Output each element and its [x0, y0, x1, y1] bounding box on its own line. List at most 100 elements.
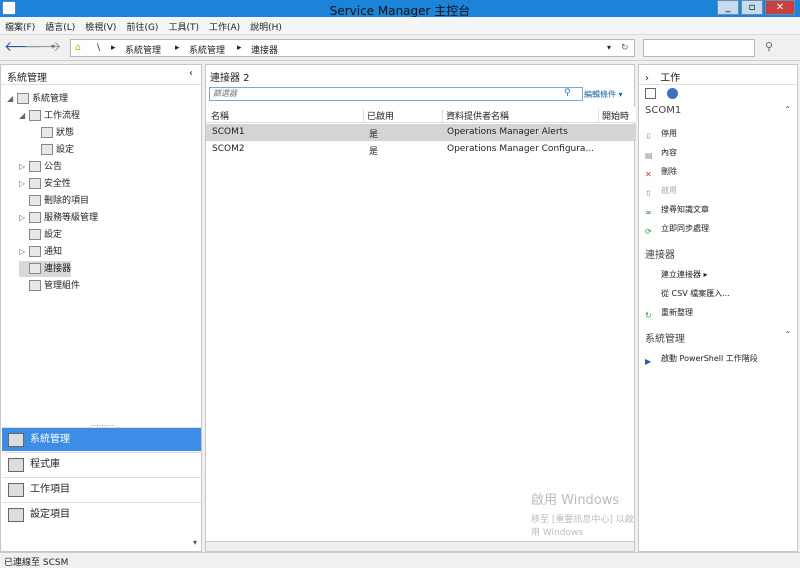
tree-item-label: 工作流程 — [44, 111, 81, 121]
expander-icon[interactable]: ▷ — [19, 159, 29, 175]
breadcrumb-sep-icon: ▸ — [175, 43, 180, 53]
tree-item-label: 管理組件 — [44, 281, 81, 291]
breadcrumb-root[interactable]: \ — [97, 43, 100, 53]
minimize-button[interactable]: _ — [717, 0, 739, 15]
task-section-header[interactable]: SCOM1 ⌃ — [639, 105, 797, 121]
expand-icon[interactable]: › — [645, 73, 649, 84]
refresh-icon: ↻ — [645, 310, 652, 320]
node-icon — [29, 246, 41, 257]
tree-item[interactable]: 狀態 — [31, 125, 74, 141]
task-item-label: 建立連接器 ▸ — [661, 270, 708, 279]
wunderbar-item[interactable]: 設定項目 — [2, 502, 201, 526]
search-icon[interactable]: ⚲ — [760, 40, 778, 56]
task-section-title: 系統管理 — [645, 334, 685, 345]
history-dropdown-icon[interactable]: ▾ — [44, 40, 62, 56]
wunderbar-item[interactable]: 工作項目 — [2, 477, 201, 501]
breadcrumb-item[interactable]: 系統管理 — [189, 43, 225, 56]
expander-icon[interactable]: ▷ — [19, 244, 29, 260]
task-item-label: 啟動 PowerShell 工作階段 — [661, 354, 758, 363]
tree-item[interactable]: 刪除的項目 — [19, 193, 89, 209]
task-item[interactable]: ↻ 重新整理 — [645, 305, 693, 321]
node-icon — [29, 229, 41, 240]
menu-go[interactable]: 前往(G) — [121, 17, 163, 36]
menu-language[interactable]: 語言(L) — [40, 17, 80, 36]
link-icon: ∞ — [645, 207, 652, 217]
filter-search-icon[interactable]: ⚲ — [564, 88, 571, 98]
menu-file[interactable]: 檔案(F) — [0, 17, 40, 36]
address-bar[interactable]: ⌂ \ ▸ 系統管理 ▸ 系統管理 ▸ 連接器 ▾ ↻ — [70, 39, 635, 57]
navigation-pane-header: 系統管理 ‹ — [1, 65, 201, 85]
column-header-enabled[interactable]: 已啟用 — [363, 109, 394, 123]
expander-icon[interactable]: ▷ — [19, 176, 29, 192]
task-item[interactable]: ⟳ 立即同步處理 — [645, 221, 709, 237]
task-item: ⇧ 啟用 — [645, 183, 677, 199]
wunderbar-item[interactable]: 系統管理 — [2, 427, 201, 451]
filter-input[interactable]: 篩選器 — [209, 87, 583, 101]
tree-item[interactable]: 管理組件 — [19, 278, 80, 294]
task-item-label: 停用 — [661, 129, 677, 138]
tree-item[interactable]: ▷ 公告 — [19, 159, 62, 175]
edit-criteria-link[interactable]: 編輯條件 ▾ — [584, 89, 623, 100]
task-item-label: 從 CSV 檔案匯入... — [661, 289, 730, 298]
column-header-start-time[interactable]: 開始時間 — [598, 109, 636, 135]
table-cell: Operations Manager Configura... — [447, 144, 595, 154]
sync-icon: ⟳ — [645, 226, 652, 236]
wunderbar-label: 程式庫 — [30, 459, 60, 470]
menu-view[interactable]: 檢視(V) — [80, 17, 121, 36]
collapse-section-icon[interactable]: ⌃ — [784, 105, 791, 114]
refresh-icon[interactable]: ↻ — [621, 43, 629, 53]
node-icon — [29, 263, 41, 274]
tree-item[interactable]: ▷ 服務等級管理 — [19, 210, 98, 226]
task-item[interactable]: ▶ 啟動 PowerShell 工作階段 — [645, 351, 758, 367]
tree-item[interactable]: ◢ 系統管理 — [7, 91, 68, 107]
tree-item[interactable]: ◢ 工作流程 — [19, 108, 80, 124]
address-dropdown-icon[interactable]: ▾ — [607, 43, 611, 52]
task-item[interactable]: ▤ 內容 — [645, 145, 677, 161]
navigation-pane: 系統管理 ‹ ◢ 系統管理 ◢ 工作流程 狀態 設定 ▷ 公告 ▷ 安全性 刪除的項目 ▷ 服務等級管理… — [0, 64, 202, 552]
collapse-icon[interactable]: ‹ — [189, 68, 193, 79]
table-cell: 是 — [369, 147, 379, 157]
table-row[interactable]: SCOM2 是 Operations Manager Configura... — [206, 141, 636, 158]
close-button[interactable]: ✕ — [765, 0, 795, 15]
wunderbar-item[interactable]: 程式庫 — [2, 452, 201, 476]
expander-icon[interactable]: ▷ — [19, 210, 29, 226]
table-row[interactable]: SCOM1 是 Operations Manager Alerts — [206, 124, 636, 141]
maximize-button[interactable]: ▫ — [741, 0, 763, 15]
tree-item[interactable]: 設定 — [19, 227, 62, 243]
forward-arrow-icon[interactable]: 🡒 — [24, 40, 62, 56]
task-section-header[interactable]: 系統管理 ⌃ — [639, 330, 797, 346]
menu-help[interactable]: 說明(H) — [245, 17, 287, 36]
task-item-label: 刪除 — [661, 167, 677, 176]
down-arrow-icon: ⇩ — [645, 131, 652, 141]
node-icon — [41, 127, 53, 138]
menu-tools[interactable]: 工具(T) — [163, 17, 204, 36]
search-input[interactable] — [643, 39, 755, 57]
wunderbar-overflow-icon[interactable]: ▾ — [193, 538, 197, 547]
collapse-section-icon[interactable]: ⌃ — [784, 330, 791, 339]
task-item[interactable]: ⇩ 停用 — [645, 126, 677, 142]
tree-item[interactable]: 設定 — [31, 142, 74, 158]
expander-icon[interactable]: ◢ — [7, 91, 17, 107]
breadcrumb-item[interactable]: 連接器 — [251, 43, 278, 56]
tree-item[interactable]: ▷ 安全性 — [19, 176, 71, 192]
tree-item[interactable]: 連接器 — [19, 261, 72, 277]
horizontal-scrollbar[interactable] — [206, 541, 634, 551]
tree-item[interactable]: ▷ 通知 — [19, 244, 62, 260]
task-item[interactable]: ✕ 刪除 — [645, 164, 677, 180]
clipboard-icon[interactable] — [645, 88, 656, 99]
task-section-header[interactable]: 連接器 — [639, 246, 797, 262]
task-item-label: 內容 — [661, 148, 677, 157]
back-arrow-icon[interactable]: 🡐 — [4, 40, 42, 56]
column-header-provider[interactable]: 資料提供者名稱 — [442, 109, 509, 123]
breadcrumb-item[interactable]: 系統管理 — [125, 43, 161, 56]
watermark-line2: 移至 [重要訊息中心] 以啟用 Windows — [531, 515, 634, 538]
node-icon — [17, 93, 29, 104]
task-item[interactable]: ∞ 搜尋知識文章 — [645, 202, 709, 218]
column-header-name[interactable]: 名稱 — [208, 109, 229, 123]
task-item[interactable]: 建立連接器 ▸ — [661, 267, 708, 283]
expander-icon[interactable]: ◢ — [19, 108, 29, 124]
task-item-label: 重新整理 — [661, 308, 693, 317]
menu-tasks[interactable]: 工作(A) — [204, 17, 245, 36]
help-icon[interactable] — [667, 88, 678, 99]
task-item[interactable]: 從 CSV 檔案匯入... — [661, 286, 730, 302]
